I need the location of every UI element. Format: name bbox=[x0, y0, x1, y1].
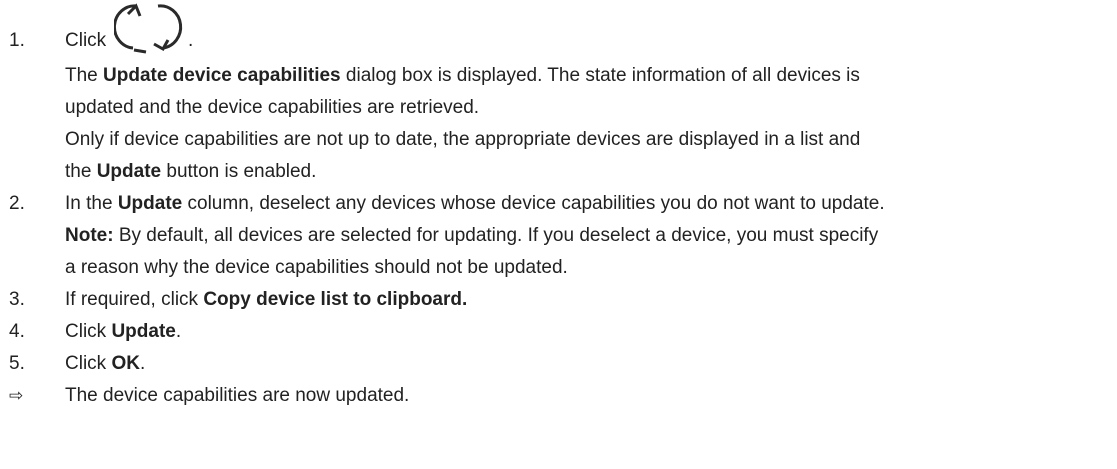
update-column-name: Update bbox=[117, 193, 183, 214]
step-4: 4. Click Update. bbox=[0, 316, 1117, 348]
result-arrow-icon: ⇨ bbox=[9, 386, 24, 405]
step-1-desc-line: updated and the device capabilities are … bbox=[65, 97, 480, 118]
step-1-desc-line: Only if device capabilities are not up t… bbox=[65, 129, 861, 150]
step-5-number: 5. bbox=[9, 353, 25, 374]
dialog-name: Update device capabilities bbox=[103, 65, 341, 86]
result-text: The device capabilities are now updated. bbox=[65, 385, 410, 406]
ok-button-name: OK bbox=[111, 353, 140, 374]
step-2: 2. In the Update column, deselect any de… bbox=[0, 188, 1117, 284]
step-2-line: In the Update column, deselect any devic… bbox=[65, 193, 885, 214]
update-button-name: Update bbox=[111, 321, 176, 342]
update-button-name: Update bbox=[96, 161, 162, 182]
step-1-click-text: Click bbox=[65, 30, 107, 51]
step-5: 5. Click OK. bbox=[0, 348, 1117, 380]
note-label: Note: bbox=[65, 225, 114, 246]
step-3-number: 3. bbox=[9, 289, 25, 310]
step-1-period: . bbox=[188, 30, 194, 51]
step-1-desc-line: The Update device capabilities dialog bo… bbox=[65, 65, 860, 86]
copy-device-list-name: Copy device list to clipboard. bbox=[203, 289, 468, 310]
step-2-note-continued: a reason why the device capabilities sho… bbox=[65, 257, 568, 278]
step-1-header: 1. Click . bbox=[0, 0, 1117, 60]
step-4-number: 4. bbox=[9, 321, 25, 342]
instruction-steps: 1. Click . The Update device capabilitie… bbox=[0, 0, 1117, 412]
step-2-number: 2. bbox=[9, 193, 25, 214]
step-1-desc-line: the Update button is enabled. bbox=[65, 161, 317, 182]
step-2-note: Note: By default, all devices are select… bbox=[65, 225, 879, 246]
result: ⇨ The device capabilities are now update… bbox=[0, 380, 1117, 412]
step-1-body: The Update device capabilities dialog bo… bbox=[0, 60, 1117, 188]
step-1-number: 1. bbox=[9, 30, 25, 51]
step-3: 3. If required, click Copy device list t… bbox=[0, 284, 1117, 316]
refresh-icon bbox=[114, 3, 183, 54]
